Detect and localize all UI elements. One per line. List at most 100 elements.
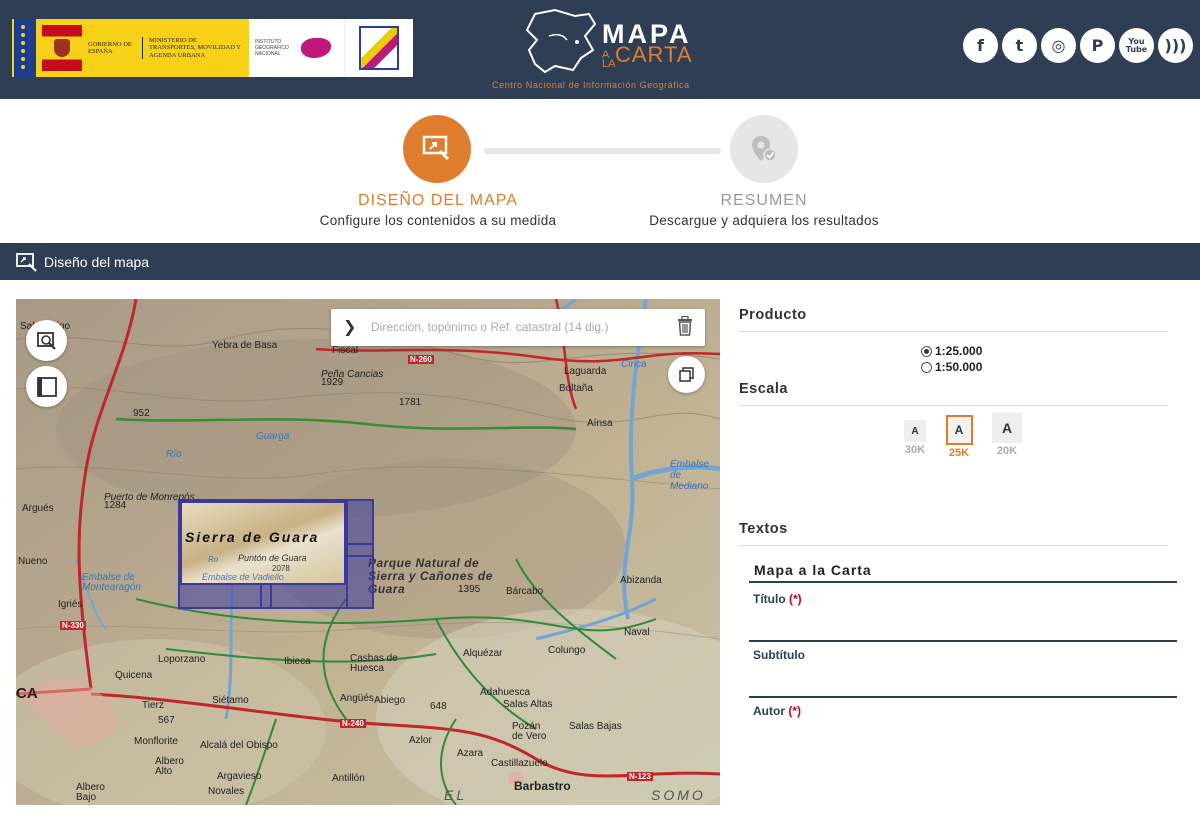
map-search-bar: ❯	[331, 309, 705, 346]
map-label: Azlor	[409, 735, 432, 746]
radio-unselected-icon[interactable]	[921, 361, 932, 373]
step-design-subtitle: Configure los contenidos a su medida	[319, 213, 557, 228]
scale-glyph: A	[992, 413, 1022, 443]
facebook-icon[interactable]: f	[963, 28, 998, 63]
scale-option-20k[interactable]: A 20K	[990, 413, 1024, 457]
pinterest-icon[interactable]: P	[1080, 28, 1115, 63]
author-field-label: Autor (*)	[753, 704, 802, 718]
twitter-icon[interactable]: t	[1002, 28, 1037, 63]
map-label: Loporzano	[158, 654, 206, 665]
map-label: Tierz	[142, 700, 164, 711]
social-links: f t ◎ P You Tube )))	[963, 28, 1193, 63]
spain-coat-of-arms-icon	[42, 25, 82, 71]
map-label: Monflorite	[134, 736, 178, 747]
scale-label: 25K	[948, 447, 970, 459]
scale-glyph: A	[945, 415, 973, 445]
frame-toggle-button[interactable]	[26, 366, 67, 407]
subtitle-field-label: Subtítulo	[753, 648, 805, 662]
step-design-button[interactable]	[403, 115, 471, 183]
map-label: Boltaña	[559, 383, 593, 394]
map-label: Abizanda	[620, 575, 662, 586]
map-label: Albero Alto	[155, 756, 184, 777]
section-header: Diseño del mapa	[0, 243, 1200, 280]
map-label: Alquézar	[463, 648, 503, 659]
institution-logos[interactable]: Gobierno de España Ministerio de Transpo…	[12, 19, 413, 77]
radio-selected-icon[interactable]	[921, 345, 932, 357]
map-label: Salas Bajas	[569, 721, 622, 732]
map-label: Argavieso	[217, 771, 262, 782]
cnig-logo	[345, 19, 413, 77]
product-radio-50000[interactable]: 1:50.000	[921, 359, 982, 375]
rss-icon[interactable]: )))	[1158, 28, 1193, 63]
map-label: 1284	[104, 500, 127, 511]
road-label: N-260	[408, 355, 434, 364]
scale-heading: Escala	[739, 381, 1168, 406]
subtitle-field-input[interactable]	[749, 696, 1177, 698]
step-connector	[484, 148, 721, 154]
layers-button[interactable]	[668, 356, 705, 393]
map-label: Abiego	[374, 695, 406, 706]
map-label: 567	[158, 715, 175, 726]
product-options: 1:25.000 1:50.000	[921, 343, 982, 375]
map-label: Colungo	[548, 645, 586, 656]
mapa-a-la-carta-logo[interactable]: MAPA A LA CARTA Centro Nacional de Inform…	[490, 6, 720, 96]
youtube-icon[interactable]: You Tube	[1119, 28, 1154, 63]
chevron-right-icon[interactable]: ❯	[343, 317, 356, 336]
search-input[interactable]	[371, 317, 661, 337]
road-label: N-240	[340, 719, 366, 728]
brand-carta: CARTA	[615, 42, 693, 67]
map-label: Alcalá del Obispo	[200, 740, 278, 751]
copy-layers-icon	[678, 366, 694, 382]
map-label: Yebra de Basa	[212, 340, 278, 351]
road-label: N-330	[60, 621, 86, 630]
map-label: Novales	[208, 786, 245, 797]
eu-flag-icon	[14, 19, 36, 77]
map-label-park: Parque Natural de Sierra y Cañones de Gu…	[368, 556, 493, 596]
product-radio-25000[interactable]: 1:25.000	[921, 343, 982, 359]
map-label: Angüés	[340, 693, 374, 704]
step-design-title: DISEÑO DEL MAPA	[358, 192, 518, 209]
texts-heading: Textos	[739, 521, 1168, 546]
title-field-input[interactable]	[749, 640, 1177, 642]
map-label: Nueno	[18, 556, 48, 567]
map-label: Igriés	[58, 599, 83, 610]
map-label: SOMO	[651, 787, 706, 803]
scale-option-25k[interactable]: A 25K	[942, 415, 976, 459]
map-label-huesca: CA	[16, 685, 38, 702]
site-header: Gobierno de España Ministerio de Transpo…	[0, 0, 1200, 99]
instagram-icon[interactable]: ◎	[1041, 28, 1076, 63]
map-label: EL	[444, 787, 468, 803]
scale-option-30k[interactable]: A 30K	[903, 420, 927, 456]
ministerio-text: Ministerio de Transportes, Movilidad y A…	[142, 36, 242, 60]
map-label: Río	[166, 449, 182, 460]
ign-text: Instituto Geográfico Nacional	[255, 39, 289, 57]
map-label: Ro	[208, 555, 219, 564]
map-label: Casbas de Huesca	[350, 653, 398, 674]
map-label: Embalse de Mediano	[670, 459, 709, 492]
map-label: 1781	[399, 397, 422, 408]
gobierno-text: Gobierno de España	[88, 40, 132, 56]
section-title: Diseño del mapa	[44, 253, 150, 270]
sheet-label: Puntón de Guara	[238, 553, 307, 563]
map-label: Ibieca	[284, 656, 311, 667]
map-label: Bárcabo	[506, 586, 544, 597]
map-sheet-selection[interactable]: Ro Sierra de Guara Puntón de Guara 2078 …	[178, 499, 374, 609]
map-label: 648	[430, 701, 447, 712]
map-design-icon	[16, 252, 37, 272]
zoom-search-button[interactable]	[26, 320, 67, 361]
map-label: Salas Altas	[503, 699, 553, 710]
iberia-outline-icon	[525, 8, 597, 74]
map-label: Castillazuelo	[491, 758, 548, 769]
map-label: Siétamo	[212, 695, 249, 706]
map-viewer[interactable]: Sabiñánigo Yebra de Basa Fiscal N-260 La…	[16, 299, 720, 805]
sheet-preview: Ro Sierra de Guara Puntón de Guara 2078 …	[180, 501, 346, 585]
texts-title-value[interactable]: Mapa a la Carta	[749, 556, 1177, 583]
step-summary-button[interactable]	[730, 115, 798, 183]
sheet-label: Embalse de Vadiello	[202, 572, 284, 582]
map-label: Cinca	[621, 359, 647, 370]
trash-icon[interactable]	[677, 315, 693, 341]
map-label: Argués	[22, 503, 54, 514]
gobierno-logo: Gobierno de España Ministerio de Transpo…	[12, 19, 249, 77]
map-label: Albero Bajo	[76, 782, 105, 803]
step-summary-title: RESUMEN	[720, 192, 808, 209]
